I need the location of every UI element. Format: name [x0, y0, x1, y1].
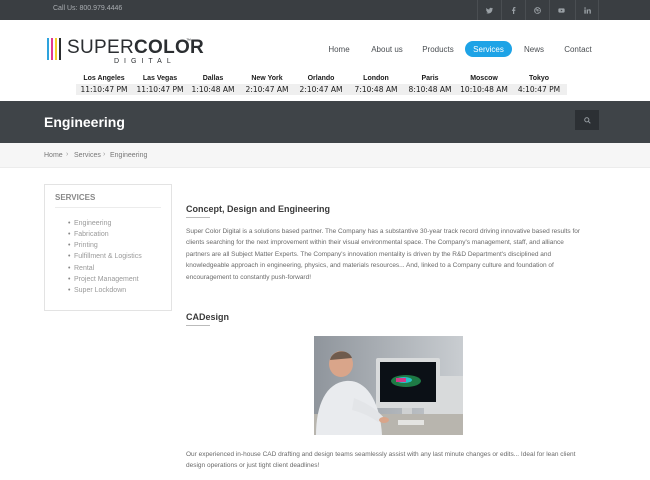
page-title: Engineering — [44, 114, 125, 130]
clock-time: 8:10:48 AM — [402, 84, 458, 95]
sidebar-heading: SERVICES — [55, 193, 96, 202]
top-bar: Call Us: 800.979.4446 — [0, 0, 650, 20]
clock-time: 10:10:48 AM — [456, 84, 512, 95]
logo-subline: DIGITAL — [114, 58, 176, 65]
clock-moscow: Moscow 10:10:48 AM — [456, 74, 512, 95]
search-icon — [583, 116, 591, 124]
logo-word-light: SUPER — [67, 37, 134, 58]
clock-time: 7:10:48 AM — [348, 84, 404, 95]
paragraph-line: encouragement to constantly push-forward… — [186, 273, 312, 281]
site-header: SUPERCOLOR ™ DIGITAL Home About us Produ… — [0, 20, 650, 101]
section-paragraph-concept: Super Color Digital is a solutions based… — [186, 226, 601, 283]
services-sidebar: SERVICES Engineering Fabrication Printin… — [44, 184, 172, 311]
paragraph-line: design operations or just tight client d… — [186, 462, 320, 470]
clock-dallas: Dallas 1:10:48 AM — [185, 74, 241, 95]
twitter-icon[interactable] — [477, 0, 501, 20]
logo-bar-black — [59, 38, 61, 60]
clock-orlando: Orlando 2:10:47 AM — [293, 74, 349, 95]
paragraph-line: Our experienced in-house CAD drafting an… — [186, 451, 576, 458]
sidebar-item-printing[interactable]: Printing — [68, 242, 98, 249]
clock-time: 4:10:47 PM — [511, 84, 567, 95]
logo-wordmark: SUPERCOLOR — [67, 37, 204, 59]
paragraph-line: knowledgeable approach in engineering, p… — [186, 262, 554, 270]
section-title-concept: Concept, Design and Engineering — [186, 204, 331, 214]
section-title-underline — [186, 217, 210, 218]
sidebar-item-rental[interactable]: Rental — [68, 265, 94, 272]
clock-time: 11:10:47 PM — [132, 84, 188, 95]
clock-tokyo: Tokyo 4:10:47 PM — [511, 74, 567, 95]
breadcrumb-services[interactable]: Services — [74, 152, 101, 159]
clock-london: London 7:10:48 AM — [348, 74, 404, 95]
section-title-cadesign: CADesign — [186, 312, 230, 322]
clock-city: Dallas — [202, 75, 224, 82]
clock-city: Las Vegas — [142, 75, 178, 82]
clock-city: Paris — [421, 75, 439, 82]
sidebar-item-fabrication[interactable]: Fabrication — [68, 231, 109, 238]
paragraph-line: clients searching for the next improveme… — [186, 239, 564, 247]
clock-time: 2:10:47 AM — [239, 84, 295, 95]
nav-contact[interactable]: Contact — [559, 41, 597, 57]
clock-city: Los Angeles — [83, 75, 125, 82]
breadcrumb-home[interactable]: Home — [44, 152, 63, 159]
search-button[interactable] — [575, 110, 599, 130]
clock-city: Moscow — [470, 75, 498, 82]
dribbble-icon[interactable] — [525, 0, 549, 20]
cad-workstation-photo — [314, 336, 463, 435]
youtube-icon[interactable] — [549, 0, 573, 20]
nav-services[interactable]: Services — [465, 41, 512, 57]
linkedin-icon[interactable] — [575, 0, 599, 20]
supercolor-logo[interactable]: SUPERCOLOR ™ DIGITAL — [47, 37, 204, 65]
sidebar-item-super-lockdown[interactable]: Super Lockdown — [68, 287, 126, 294]
clock-city: London — [363, 75, 389, 82]
clock-las-vegas: Las Vegas 11:10:47 PM — [132, 74, 188, 95]
clock-city: Orlando — [307, 75, 335, 82]
logo-bar-blue — [47, 38, 49, 60]
clock-city: New York — [251, 75, 283, 82]
paragraph-line: partners are all Subject Matter Experts.… — [186, 250, 552, 258]
logo-bar-yellow — [55, 38, 57, 60]
logo-trademark: ™ — [186, 38, 191, 44]
clock-new-york: New York 2:10:47 AM — [239, 74, 295, 95]
breadcrumb: Home › Services › Engineering — [0, 143, 650, 168]
paragraph-line: Super Color Digital is a solutions based… — [186, 228, 581, 235]
chevron-right-icon: › — [66, 151, 69, 158]
chevron-right-icon: › — [103, 151, 106, 158]
logo-word-bold: COLOR — [133, 37, 205, 58]
logo-bar-magenta — [51, 38, 53, 60]
clock-paris: Paris 8:10:48 AM — [402, 74, 458, 95]
section-paragraph-cadesign: Our experienced in-house CAD drafting an… — [186, 449, 601, 472]
cad-photo-illustration — [314, 336, 463, 435]
page-title-band: Engineering — [0, 101, 650, 143]
clock-time: 11:10:47 PM — [76, 84, 132, 95]
sidebar-item-project-management[interactable]: Project Management — [68, 276, 139, 283]
clock-city: Tokyo — [528, 75, 550, 82]
logo-color-bars — [47, 38, 61, 60]
clock-time: 1:10:48 AM — [185, 84, 241, 95]
nav-home[interactable]: Home — [320, 41, 358, 57]
nav-about-us[interactable]: About us — [366, 41, 408, 57]
nav-products[interactable]: Products — [418, 41, 458, 57]
sidebar-item-fulfillment-logistics[interactable]: Fulfillment & Logistics — [68, 253, 142, 260]
clock-time: 2:10:47 AM — [293, 84, 349, 95]
sidebar-item-engineering[interactable]: Engineering — [68, 220, 111, 227]
clock-los-angeles: Los Angeles 11:10:47 PM — [76, 74, 132, 95]
sidebar-divider — [55, 207, 161, 208]
breadcrumb-current: Engineering — [110, 152, 148, 159]
phone-number: Call Us: 800.979.4446 — [53, 5, 123, 12]
facebook-icon[interactable] — [501, 0, 525, 20]
nav-news[interactable]: News — [519, 41, 549, 57]
section-title-underline — [186, 325, 210, 326]
